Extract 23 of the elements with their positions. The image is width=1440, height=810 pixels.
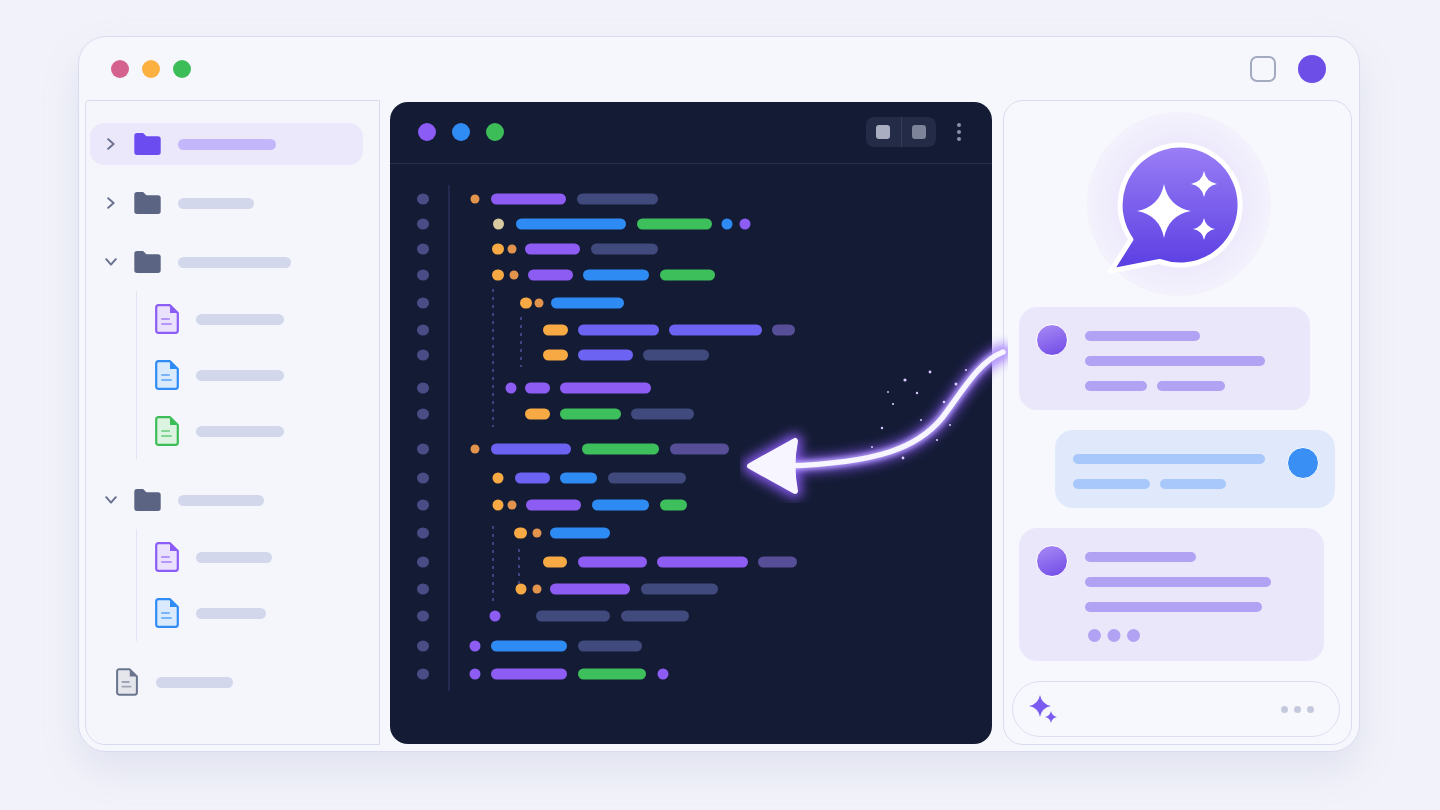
text-placeholder (1157, 381, 1225, 391)
text-placeholder (1085, 381, 1147, 391)
square-icon[interactable] (911, 125, 926, 139)
square-toggle-button[interactable] (1250, 55, 1276, 82)
avatar[interactable] (1298, 54, 1326, 83)
chevron-right-icon[interactable] (106, 138, 115, 150)
avatar (1036, 324, 1068, 356)
chat-input-field[interactable] (1012, 681, 1340, 737)
sparkles-icon (1029, 695, 1057, 723)
chevron-right-icon[interactable] (106, 197, 115, 209)
window-control-button[interactable] (111, 59, 129, 78)
chevron-down-icon[interactable] (104, 496, 117, 504)
avatar (1287, 447, 1319, 479)
square-icon[interactable] (876, 125, 890, 139)
window-control-button[interactable] (142, 59, 160, 78)
tree-item[interactable] (89, 123, 363, 165)
sparkle-chat-bubble-icon (1087, 112, 1271, 296)
window-control-button[interactable] (173, 59, 191, 78)
chevron-down-icon[interactable] (104, 258, 117, 266)
label-placeholder (195, 607, 266, 619)
avatar (1036, 545, 1068, 577)
kebab-menu-icon[interactable] (956, 123, 961, 141)
text-placeholder (1160, 479, 1226, 489)
